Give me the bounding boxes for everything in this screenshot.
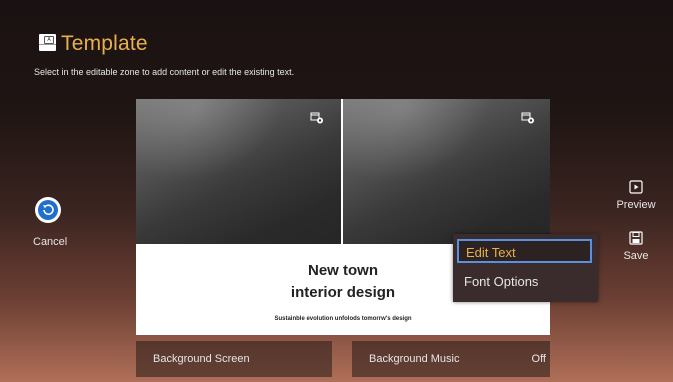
back-icon [35,197,61,223]
preview-label: Preview [616,199,656,211]
template-icon: A [39,34,56,51]
save-button[interactable]: Save [611,230,661,262]
image-zone-right[interactable] [343,99,550,244]
page-subtitle: Select in the editable zone to add conte… [34,67,295,77]
cancel-button[interactable]: Cancel [33,197,67,255]
background-screen-label: Background Screen [153,353,250,365]
page-title: Template [61,32,148,55]
preview-button[interactable]: Preview [611,179,661,211]
save-label: Save [623,250,649,262]
media-settings-icon[interactable] [310,112,324,124]
text-context-menu: Edit Text Font Options [453,234,598,302]
menu-item-edit-text[interactable]: Edit Text [457,239,592,263]
template-icon-letter: A [44,36,54,44]
media-settings-icon[interactable] [521,112,535,124]
menu-item-font-options[interactable]: Font Options [457,270,592,294]
cancel-label: Cancel [33,236,68,248]
background-music-label: Background Music [369,353,460,365]
tagline-text[interactable]: Sustainble evolution unfolods tomorrw's … [136,316,550,322]
image-zone-left[interactable] [136,99,341,244]
background-screen-button[interactable]: Background Screen [136,341,332,377]
play-icon [629,180,643,194]
background-music-button[interactable]: Background Music Off [352,341,550,377]
background-music-value: Off [531,353,546,365]
save-icon [629,231,643,245]
